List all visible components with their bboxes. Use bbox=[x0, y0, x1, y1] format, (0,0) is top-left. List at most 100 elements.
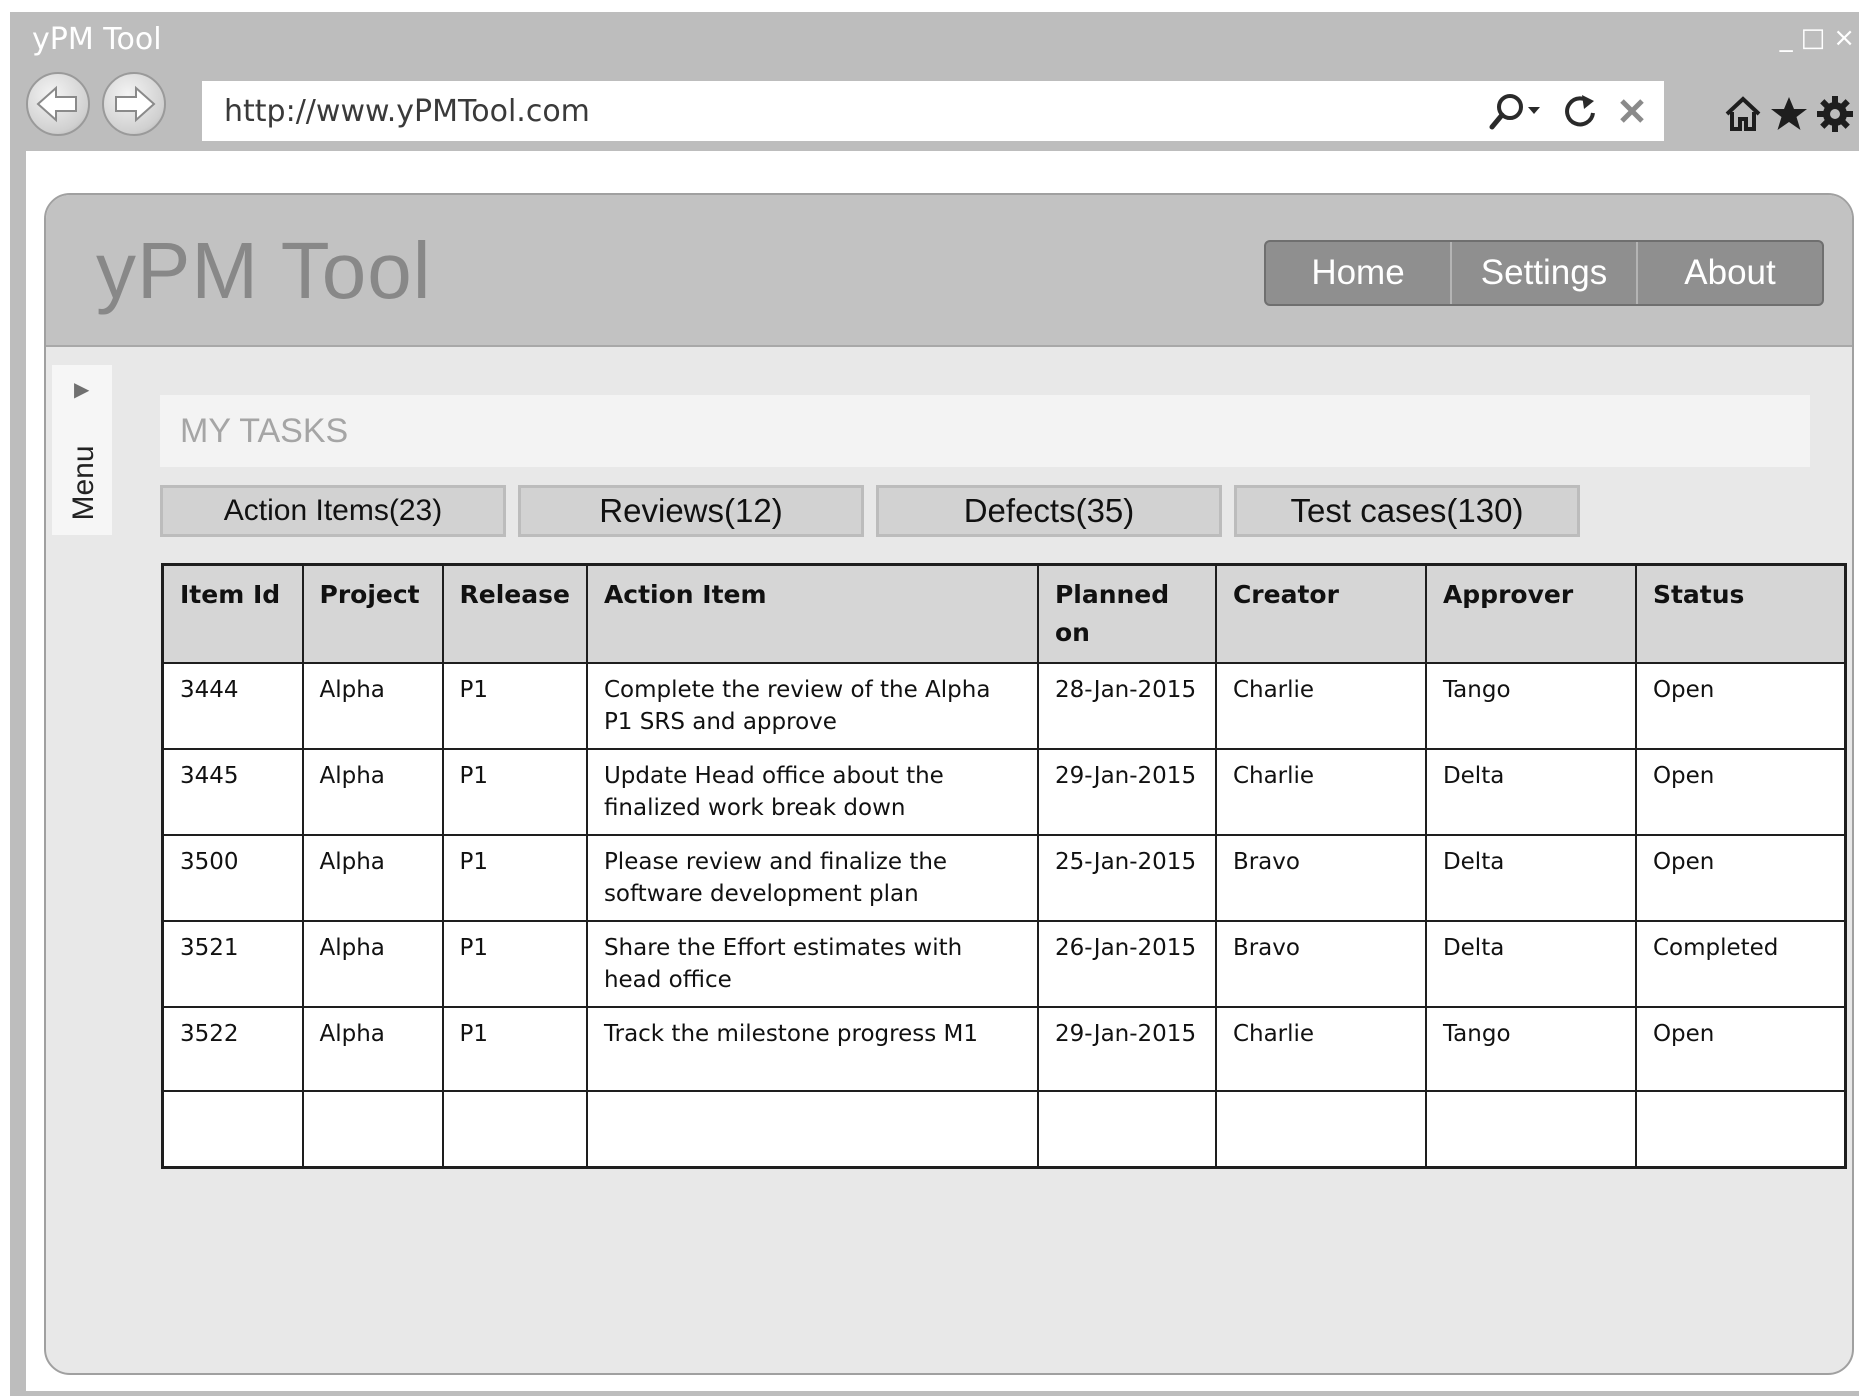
cell-approver: Tango bbox=[1424, 1006, 1637, 1092]
table-row[interactable]: 3444 Alpha P1 Complete the review of the… bbox=[161, 662, 1847, 750]
table-row-empty[interactable] bbox=[161, 1090, 1847, 1168]
cell-empty bbox=[1634, 1090, 1847, 1168]
window-title: yPM Tool bbox=[32, 22, 162, 57]
table-row[interactable]: 3522 Alpha P1 Track the milestone progre… bbox=[161, 1006, 1847, 1092]
tab-test-cases[interactable]: Test cases(130) bbox=[1234, 485, 1580, 537]
cell-release: P1 bbox=[441, 662, 588, 750]
cell-item-id: 3522 bbox=[161, 1006, 304, 1092]
cell-project: Alpha bbox=[301, 1006, 444, 1092]
cell-creator: Charlie bbox=[1214, 662, 1427, 750]
cell-status: Open bbox=[1634, 1006, 1847, 1092]
maximize-button[interactable]: □ bbox=[1801, 24, 1826, 52]
cell-action-item: Update Head office about the finalized w… bbox=[585, 748, 1039, 836]
column-header[interactable]: Creator bbox=[1214, 563, 1427, 664]
cell-action-item: Share the Effort estimates with head off… bbox=[585, 920, 1039, 1008]
cell-action-item: Track the milestone progress M1 bbox=[585, 1006, 1039, 1092]
nav-settings[interactable]: Settings bbox=[1452, 242, 1638, 304]
cell-planned-on: 26-Jan-2015 bbox=[1036, 920, 1217, 1008]
settings-button[interactable] bbox=[1815, 94, 1855, 138]
nav-home[interactable]: Home bbox=[1266, 242, 1452, 304]
table-header-row: Item Id Project Release Action Item Plan… bbox=[161, 563, 1847, 664]
cell-empty bbox=[441, 1090, 588, 1168]
minimize-button[interactable]: _ bbox=[1780, 24, 1793, 52]
column-header[interactable]: Item Id bbox=[161, 563, 304, 664]
search-icon bbox=[1489, 94, 1540, 130]
column-header[interactable]: Project bbox=[301, 563, 444, 664]
cell-project: Alpha bbox=[301, 662, 444, 750]
tab-reviews[interactable]: Reviews(12) bbox=[518, 485, 864, 537]
cell-empty bbox=[1036, 1090, 1217, 1168]
cell-project: Alpha bbox=[301, 748, 444, 836]
expand-arrow-icon: ▶ bbox=[74, 377, 90, 401]
table-row[interactable]: 3521 Alpha P1 Share the Effort estimates… bbox=[161, 920, 1847, 1008]
column-header[interactable]: Planned on bbox=[1036, 563, 1217, 664]
cell-planned-on: 29-Jan-2015 bbox=[1036, 1006, 1217, 1092]
back-button[interactable] bbox=[26, 72, 90, 136]
table-row[interactable]: 3500 Alpha P1 Please review and finalize… bbox=[161, 834, 1847, 922]
cell-status: Open bbox=[1634, 662, 1847, 750]
table-row[interactable]: 3445 Alpha P1 Update Head office about t… bbox=[161, 748, 1847, 836]
address-bar[interactable]: http://www.yPMTool.com bbox=[202, 81, 1664, 141]
back-icon bbox=[36, 85, 77, 123]
task-tabs: Action Items(23) Reviews(12) Defects(35)… bbox=[160, 485, 1580, 537]
star-icon bbox=[1771, 97, 1807, 130]
side-menu-toggle[interactable]: ▶ Menu bbox=[52, 365, 112, 535]
window-controls: _ □ × bbox=[1780, 24, 1855, 52]
cell-status: Completed bbox=[1634, 920, 1847, 1008]
cell-empty bbox=[161, 1090, 304, 1168]
cell-planned-on: 29-Jan-2015 bbox=[1036, 748, 1217, 836]
cell-planned-on: 25-Jan-2015 bbox=[1036, 834, 1217, 922]
cell-creator: Charlie bbox=[1214, 1006, 1427, 1092]
favorites-button[interactable] bbox=[1769, 94, 1809, 138]
forward-icon bbox=[115, 85, 156, 123]
app-container: yPM Tool Home Settings About ▶ Menu MY T… bbox=[44, 193, 1854, 1375]
cell-release: P1 bbox=[441, 834, 588, 922]
forward-button[interactable] bbox=[102, 72, 166, 136]
tab-action-items[interactable]: Action Items(23) bbox=[160, 485, 506, 537]
cell-project: Alpha bbox=[301, 920, 444, 1008]
column-header[interactable]: Action Item bbox=[585, 563, 1039, 664]
tab-defects[interactable]: Defects(35) bbox=[876, 485, 1222, 537]
cell-action-item: Please review and finalize the software … bbox=[585, 834, 1039, 922]
cell-creator: Charlie bbox=[1214, 748, 1427, 836]
cell-item-id: 3500 bbox=[161, 834, 304, 922]
stop-icon bbox=[1620, 99, 1644, 123]
top-nav: Home Settings About bbox=[1264, 240, 1824, 306]
nav-about[interactable]: About bbox=[1638, 242, 1822, 304]
cell-empty bbox=[1214, 1090, 1427, 1168]
column-header[interactable]: Approver bbox=[1424, 563, 1637, 664]
url-text[interactable]: http://www.yPMTool.com bbox=[224, 94, 1484, 129]
column-header[interactable]: Release bbox=[441, 563, 588, 664]
cell-empty bbox=[1424, 1090, 1637, 1168]
screen: yPM Tool _ □ × http://www.yPMTool.com yP… bbox=[0, 0, 1859, 1400]
refresh-icon bbox=[1565, 95, 1595, 127]
cell-status: Open bbox=[1634, 834, 1847, 922]
home-button[interactable] bbox=[1723, 94, 1763, 138]
browser-window: yPM Tool _ □ × http://www.yPMTool.com yP… bbox=[10, 12, 1859, 1396]
home-icon bbox=[1725, 96, 1761, 131]
close-button[interactable]: × bbox=[1833, 24, 1855, 52]
column-header[interactable]: Status bbox=[1634, 563, 1847, 664]
refresh-button[interactable] bbox=[1560, 91, 1600, 131]
cell-planned-on: 28-Jan-2015 bbox=[1036, 662, 1217, 750]
search-dropdown[interactable] bbox=[1484, 91, 1544, 131]
browser-toolbar bbox=[1723, 94, 1855, 138]
app-title: yPM Tool bbox=[96, 226, 432, 315]
cell-approver: Delta bbox=[1424, 748, 1637, 836]
app-header: yPM Tool Home Settings About bbox=[46, 195, 1852, 347]
gear-icon bbox=[1817, 96, 1853, 132]
cell-item-id: 3444 bbox=[161, 662, 304, 750]
cell-status: Open bbox=[1634, 748, 1847, 836]
cell-approver: Delta bbox=[1424, 920, 1637, 1008]
cell-creator: Bravo bbox=[1214, 920, 1427, 1008]
cell-empty bbox=[301, 1090, 444, 1168]
stop-button[interactable] bbox=[1616, 95, 1648, 127]
cell-release: P1 bbox=[441, 920, 588, 1008]
cell-action-item: Complete the review of the Alpha P1 SRS … bbox=[585, 662, 1039, 750]
section-title: MY TASKS bbox=[160, 395, 1810, 467]
page-viewport: yPM Tool Home Settings About ▶ Menu MY T… bbox=[26, 151, 1859, 1391]
cell-project: Alpha bbox=[301, 834, 444, 922]
cell-approver: Delta bbox=[1424, 834, 1637, 922]
cell-approver: Tango bbox=[1424, 662, 1637, 750]
cell-release: P1 bbox=[441, 1006, 588, 1092]
